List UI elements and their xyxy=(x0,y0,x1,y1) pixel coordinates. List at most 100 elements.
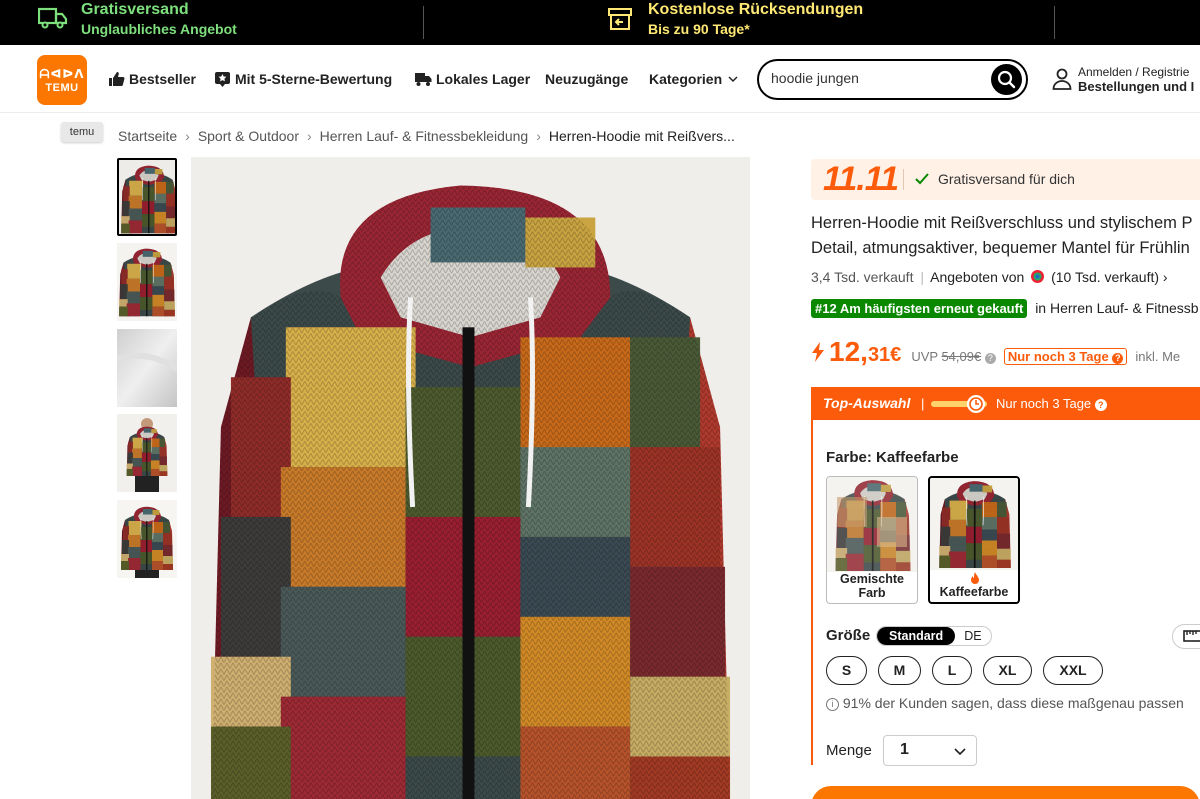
size-standard-option[interactable]: Standard xyxy=(877,627,956,645)
search-icon xyxy=(997,70,1016,89)
rank-category: in Herren Lauf- & Fitnessb xyxy=(1035,300,1199,316)
thumbnail-2[interactable] xyxy=(117,243,177,321)
swatch-coffee[interactable]: Kaffeefarbe xyxy=(928,476,1020,604)
nav-local-warehouse[interactable]: Lokales Lager xyxy=(414,71,530,87)
top-selection-days: Nur noch 3 Tage ? xyxy=(996,396,1107,411)
swatch-label: Kaffeefarbe xyxy=(939,585,1009,599)
free-shipping-title: Gratisversand xyxy=(81,1,189,18)
tooltip: temu xyxy=(61,122,103,142)
chevron-right-icon[interactable]: › xyxy=(1163,269,1168,285)
breadcrumb-fitness-apparel[interactable]: Herren Lauf- & Fitnessbekleidung xyxy=(320,128,529,144)
nav-bestseller[interactable]: Bestseller xyxy=(108,71,196,87)
top-selection-banner: Top-Auswahl | Nur noch 3 Tage ? xyxy=(811,387,1200,420)
thumbnail-1[interactable] xyxy=(117,158,177,236)
thumbnail-5-model[interactable] xyxy=(117,500,177,578)
divider: | xyxy=(921,396,925,411)
star-badge-icon xyxy=(215,72,230,87)
divider: | xyxy=(920,269,924,285)
breadcrumb-current: Herren-Hoodie mit Reißvers... xyxy=(548,128,735,144)
deal-text: Gratisversand für dich xyxy=(938,171,1075,187)
size-s[interactable]: S xyxy=(826,656,867,685)
thumbnail-4-model[interactable] xyxy=(117,414,177,492)
product-title-line: Detail, atmungsaktiver, bequemer Mantel … xyxy=(811,239,1190,257)
nav-label: Mit 5-Sterne-Bewertung xyxy=(235,71,393,87)
deal-banner: 11.11 Gratisversand für dich xyxy=(811,159,1200,200)
limited-time-text: Nur noch 3 Tage xyxy=(1007,349,1109,364)
top-selection-label: Top-Auswahl xyxy=(823,395,911,411)
price: 12,31€ xyxy=(829,336,901,368)
deal-label: 11.11 xyxy=(823,160,899,198)
promo-divider xyxy=(1054,6,1055,39)
logo-glyphs: ᗩᐊᐅᐱ xyxy=(39,67,85,81)
limited-time-tag[interactable]: Nur noch 3 Tage ? xyxy=(1003,348,1128,365)
chevron-right-icon: › xyxy=(536,128,541,144)
rank-badge: #12 Am häufigsten erneut gekauft xyxy=(811,299,1028,318)
size-system-toggle: Standard DE xyxy=(876,626,992,646)
info-icon: i xyxy=(826,698,839,711)
days-text: Nur noch 3 Tage xyxy=(996,396,1092,411)
main-product-image[interactable] xyxy=(191,157,750,799)
user-icon xyxy=(1052,68,1072,90)
free-shipping-subtitle: Unglaubliches Angebot xyxy=(81,21,237,37)
search-bar xyxy=(757,59,1028,100)
nav-label: Lokales Lager xyxy=(436,71,531,87)
lightning-icon xyxy=(812,342,824,362)
thumbs-up-icon xyxy=(109,72,125,86)
sold-count: 3,4 Tsd. verkauft xyxy=(811,269,914,285)
size-xl[interactable]: XL xyxy=(983,656,1032,685)
nav-new-arrivals[interactable]: Neuzugänge xyxy=(545,71,628,87)
price-decimal: 31€ xyxy=(867,344,902,366)
breadcrumb: Startseite › Sport & Outdoor › Herren La… xyxy=(118,128,735,144)
color-label: Farbe: Kaffeefarbe xyxy=(826,449,959,466)
breadcrumb-home[interactable]: Startseite xyxy=(118,128,177,144)
size-xxl[interactable]: XXL xyxy=(1043,656,1103,685)
chevron-right-icon: › xyxy=(306,128,312,144)
chevron-down-icon xyxy=(728,76,738,83)
tax-note: inkl. Me xyxy=(1135,349,1181,364)
promo-bar: Gratisversand Unglaubliches Angebot Kost… xyxy=(0,0,1200,45)
size-de-option[interactable]: DE xyxy=(955,627,990,645)
nav-categories[interactable]: Kategorien xyxy=(649,71,744,87)
size-l[interactable]: L xyxy=(932,656,972,685)
account-signin-label: Anmelden / Registrie xyxy=(1078,65,1190,79)
size-m[interactable]: M xyxy=(878,656,921,685)
price-integer: 12, xyxy=(829,336,868,367)
uvp-value: 54,09€ xyxy=(941,349,982,364)
uvp: UVP 54,09€ ? xyxy=(911,349,996,364)
returns-title: Kostenlose Rücksendungen xyxy=(648,1,864,18)
quantity-select[interactable]: 1 xyxy=(883,735,977,766)
clock-icon xyxy=(967,395,985,413)
account-orders-label: Bestellungen und I xyxy=(1078,79,1195,94)
seller-logo-icon xyxy=(1031,270,1045,283)
quantity-label: Menge xyxy=(826,742,872,759)
truck-icon xyxy=(37,6,68,35)
info-icon[interactable]: ? xyxy=(984,353,996,364)
returns-subtitle: Bis zu 90 Tage* xyxy=(648,21,750,37)
question-icon: ? xyxy=(1112,353,1124,364)
size-label: Größe xyxy=(826,627,871,644)
seller-sold-count[interactable]: (10 Tsd. verkauft) xyxy=(1051,269,1159,285)
product-title: Herren-Hoodie mit Reißverschluss und sty… xyxy=(811,211,1200,261)
ruler-icon xyxy=(1183,630,1200,642)
search-button[interactable] xyxy=(991,64,1022,95)
chevron-right-icon: › xyxy=(185,128,190,144)
search-input[interactable] xyxy=(771,70,971,86)
site-header: ᗩᐊᐅᐱ TEMU Bestseller Mit 5-Sterne-Bewert… xyxy=(0,45,1200,113)
swatch-mixed-color[interactable]: Gemischte Farb xyxy=(826,476,918,604)
ranking[interactable]: #12 Am häufigsten erneut gekauft in Herr… xyxy=(811,299,1199,318)
size-guide-button[interactable] xyxy=(1172,624,1200,649)
nav-label: Kategorien xyxy=(649,71,723,87)
product-title-line: Herren-Hoodie mit Reißverschluss und sty… xyxy=(811,214,1193,232)
breadcrumb-sport-outdoor[interactable]: Sport & Outdoor xyxy=(198,128,299,144)
price-row: 12,31€ UVP 54,09€ ? Nur noch 3 Tage ? in… xyxy=(811,336,1180,368)
temu-logo[interactable]: ᗩᐊᐅᐱ TEMU xyxy=(37,55,87,105)
swatch-label: Gemischte Farb xyxy=(840,572,904,600)
question-icon[interactable]: ? xyxy=(1094,399,1107,411)
chevron-down-icon xyxy=(954,748,966,756)
nav-label: Neuzugänge xyxy=(545,71,629,87)
delivery-truck-icon xyxy=(415,73,432,86)
add-to-cart-button[interactable] xyxy=(811,786,1200,799)
thumbnail-3-fabric[interactable] xyxy=(117,329,177,407)
nav-five-star[interactable]: Mit 5-Sterne-Bewertung xyxy=(214,71,392,87)
deal-divider xyxy=(903,169,904,190)
